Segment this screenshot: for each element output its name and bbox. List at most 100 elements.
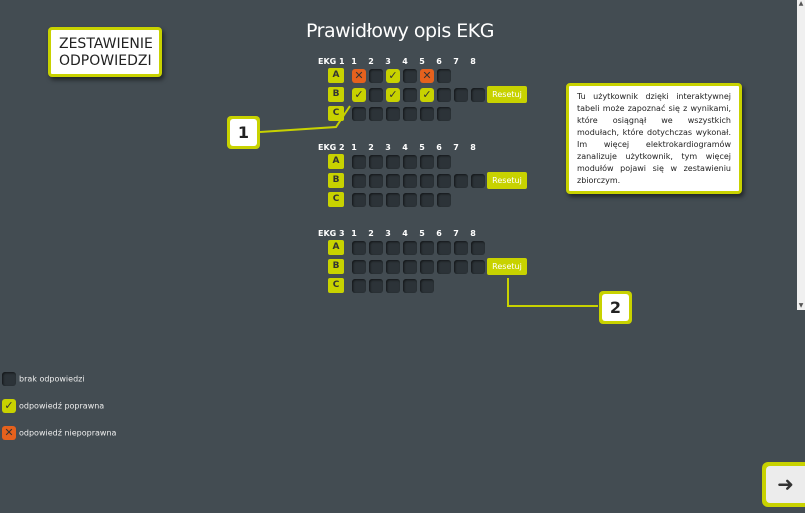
legend-swatch: ✓ bbox=[2, 399, 16, 413]
answer-empty-cell[interactable] bbox=[352, 279, 366, 293]
row-label-c: C bbox=[328, 192, 344, 207]
answer-empty-cell[interactable] bbox=[437, 193, 451, 207]
answer-empty-cell[interactable] bbox=[352, 260, 366, 274]
answer-empty-cell[interactable] bbox=[437, 88, 451, 102]
answer-correct-cell[interactable]: ✓ bbox=[352, 88, 366, 102]
answer-empty-cell[interactable] bbox=[471, 260, 485, 274]
column-number: 5 bbox=[419, 229, 425, 238]
cross-icon: ✕ bbox=[422, 69, 432, 82]
column-number: 7 bbox=[453, 143, 459, 152]
answer-empty-cell[interactable] bbox=[437, 260, 451, 274]
answer-empty-cell[interactable] bbox=[437, 155, 451, 169]
row-label-b: B bbox=[328, 173, 344, 188]
answer-correct-cell[interactable]: ✓ bbox=[420, 88, 434, 102]
reset-button[interactable]: Resetuj bbox=[487, 86, 527, 103]
answer-empty-cell[interactable] bbox=[403, 260, 417, 274]
answer-empty-cell[interactable] bbox=[420, 279, 434, 293]
reset-button[interactable]: Resetuj bbox=[487, 172, 527, 189]
answer-empty-cell[interactable] bbox=[403, 155, 417, 169]
answer-empty-cell[interactable] bbox=[352, 241, 366, 255]
answer-empty-cell[interactable] bbox=[403, 193, 417, 207]
column-number: 2 bbox=[368, 143, 374, 152]
check-icon: ✓ bbox=[388, 88, 398, 101]
column-number: 3 bbox=[385, 57, 391, 66]
answer-correct-cell[interactable]: ✓ bbox=[386, 69, 400, 83]
answer-empty-cell[interactable] bbox=[454, 88, 468, 102]
info-tooltip: Tu użytkownik dzięki interaktywnej tabel… bbox=[566, 83, 742, 194]
row-label-c: C bbox=[328, 278, 344, 293]
column-number: 1 bbox=[351, 57, 357, 66]
answer-empty-cell[interactable] bbox=[352, 155, 366, 169]
answer-empty-cell[interactable] bbox=[454, 241, 468, 255]
answer-empty-cell[interactable] bbox=[369, 241, 383, 255]
next-button[interactable]: ➜ bbox=[762, 462, 805, 507]
answer-empty-cell[interactable] bbox=[369, 88, 383, 102]
answer-empty-cell[interactable] bbox=[437, 241, 451, 255]
answer-empty-cell[interactable] bbox=[420, 193, 434, 207]
ekg-label: EKG 3 bbox=[318, 229, 345, 238]
answer-empty-cell[interactable] bbox=[386, 174, 400, 188]
legend-label: odpowiedź niepoprawna bbox=[19, 428, 117, 438]
answer-empty-cell[interactable] bbox=[369, 193, 383, 207]
answer-empty-cell[interactable] bbox=[454, 260, 468, 274]
reset-button[interactable]: Resetuj bbox=[487, 258, 527, 275]
check-icon: ✓ bbox=[422, 88, 432, 101]
row-label-a: A bbox=[328, 68, 344, 83]
answer-empty-cell[interactable] bbox=[352, 193, 366, 207]
answer-empty-cell[interactable] bbox=[386, 193, 400, 207]
answer-empty-cell[interactable] bbox=[352, 174, 366, 188]
answer-empty-cell[interactable] bbox=[369, 279, 383, 293]
arrow-right-icon: ➜ bbox=[766, 466, 805, 503]
answer-wrong-cell[interactable]: ✕ bbox=[352, 69, 366, 83]
answer-empty-cell[interactable] bbox=[403, 69, 417, 83]
answer-empty-cell[interactable] bbox=[437, 69, 451, 83]
answer-empty-cell[interactable] bbox=[403, 279, 417, 293]
answer-empty-cell[interactable] bbox=[386, 241, 400, 255]
column-number: 4 bbox=[402, 229, 408, 238]
row-label-b: B bbox=[328, 259, 344, 274]
column-number: 8 bbox=[470, 57, 476, 66]
legend-item: ✓ odpowiedź poprawna bbox=[2, 399, 104, 413]
column-number: 2 bbox=[368, 229, 374, 238]
answer-empty-cell[interactable] bbox=[437, 107, 451, 121]
answer-empty-cell[interactable] bbox=[369, 107, 383, 121]
answer-empty-cell[interactable] bbox=[369, 155, 383, 169]
legend-swatch bbox=[2, 372, 16, 386]
answer-empty-cell[interactable] bbox=[471, 174, 485, 188]
column-number: 4 bbox=[402, 57, 408, 66]
answer-wrong-cell[interactable]: ✕ bbox=[420, 69, 434, 83]
answer-empty-cell[interactable] bbox=[420, 241, 434, 255]
answer-empty-cell[interactable] bbox=[420, 155, 434, 169]
column-number: 8 bbox=[470, 229, 476, 238]
answer-empty-cell[interactable] bbox=[386, 279, 400, 293]
answer-empty-cell[interactable] bbox=[420, 107, 434, 121]
answer-empty-cell[interactable] bbox=[437, 174, 451, 188]
legend-item: ✕ odpowiedź niepoprawna bbox=[2, 426, 116, 440]
answer-correct-cell[interactable]: ✓ bbox=[386, 88, 400, 102]
answer-empty-cell[interactable] bbox=[352, 107, 366, 121]
column-number: 3 bbox=[385, 229, 391, 238]
answer-empty-cell[interactable] bbox=[369, 69, 383, 83]
answer-empty-cell[interactable] bbox=[386, 107, 400, 121]
cross-icon: ✕ bbox=[4, 426, 14, 439]
answer-empty-cell[interactable] bbox=[420, 174, 434, 188]
answer-empty-cell[interactable] bbox=[403, 88, 417, 102]
column-number: 3 bbox=[385, 143, 391, 152]
legend-label: odpowiedź poprawna bbox=[19, 401, 105, 411]
column-number: 7 bbox=[453, 229, 459, 238]
answer-empty-cell[interactable] bbox=[386, 260, 400, 274]
row-label-c: C bbox=[328, 106, 344, 121]
answer-empty-cell[interactable] bbox=[420, 260, 434, 274]
answer-empty-cell[interactable] bbox=[403, 174, 417, 188]
answer-empty-cell[interactable] bbox=[369, 174, 383, 188]
legend-item: brak odpowiedzi bbox=[2, 372, 85, 386]
answer-empty-cell[interactable] bbox=[471, 88, 485, 102]
answer-empty-cell[interactable] bbox=[369, 260, 383, 274]
legend-swatch: ✕ bbox=[2, 426, 16, 440]
answer-empty-cell[interactable] bbox=[403, 241, 417, 255]
answer-empty-cell[interactable] bbox=[454, 174, 468, 188]
check-icon: ✓ bbox=[388, 69, 398, 82]
answer-empty-cell[interactable] bbox=[471, 241, 485, 255]
answer-empty-cell[interactable] bbox=[386, 155, 400, 169]
answer-empty-cell[interactable] bbox=[403, 107, 417, 121]
